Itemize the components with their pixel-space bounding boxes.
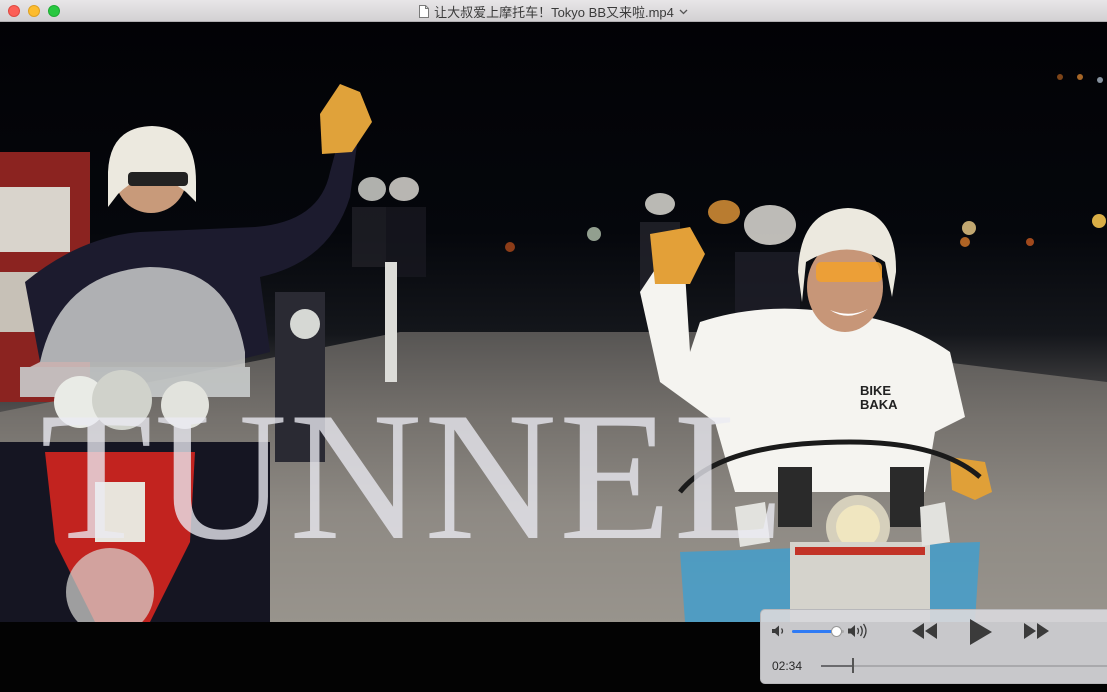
document-icon — [419, 4, 430, 18]
play-icon[interactable] — [968, 618, 994, 646]
shirt-print-text: BIKE BAKA — [860, 383, 898, 412]
window-title-group[interactable]: 让大叔爱上摩托车！Tokyo BB又来啦.mp4 — [0, 0, 1107, 22]
volume-low-icon[interactable] — [771, 624, 787, 638]
video-area[interactable]: TUNNEL BIKE BAKA 02:34 — [0, 22, 1107, 692]
playback-controls[interactable]: 02:34 — [760, 609, 1107, 684]
scrubber-bar[interactable] — [821, 658, 1107, 673]
rewind-icon[interactable] — [911, 622, 939, 640]
scrubber-playhead[interactable] — [851, 658, 854, 673]
fast-forward-icon[interactable] — [1022, 622, 1050, 640]
window-title: 让大叔爱上摩托车！Tokyo BB又来啦.mp4 — [434, 4, 674, 20]
window-titlebar: 让大叔爱上摩托车！Tokyo BB又来啦.mp4 — [0, 0, 1107, 22]
volume-slider-fill — [792, 630, 837, 633]
volume-slider[interactable] — [792, 626, 844, 637]
video-frame: TUNNEL BIKE BAKA — [0, 22, 1107, 622]
volume-high-icon[interactable] — [847, 623, 871, 639]
scrubber-progress — [821, 665, 853, 667]
volume-slider-knob[interactable] — [830, 626, 842, 637]
current-time: 02:34 — [772, 659, 803, 673]
chevron-down-icon[interactable] — [679, 9, 688, 15]
overlay-title-text: TUNNEL — [40, 374, 788, 578]
